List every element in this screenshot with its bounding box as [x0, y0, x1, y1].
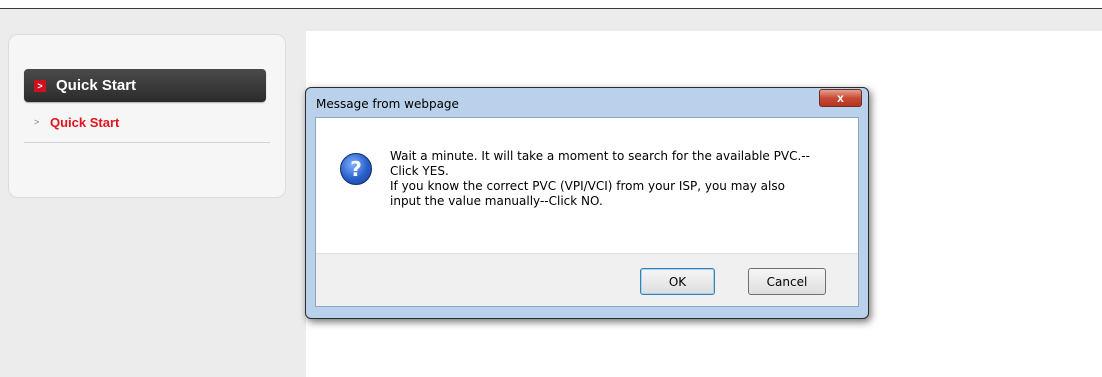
message-area: ? Wait a minute. It will take a moment t…: [316, 118, 858, 253]
dialog-body: ? Wait a minute. It will take a moment t…: [315, 117, 859, 307]
message-dialog: Message from webpage x ? Wait a minute. …: [305, 87, 869, 319]
dialog-button-bar: OK Cancel: [316, 253, 858, 306]
sidebar-item-label: Quick Start: [50, 114, 120, 130]
close-button[interactable]: x: [819, 89, 862, 107]
sidebar-divider: [24, 142, 270, 143]
dialog-title: Message from webpage: [316, 97, 459, 111]
sidebar-item-quick-start[interactable]: > Quick Start: [34, 113, 119, 131]
top-band: [0, 9, 1102, 31]
sidebar-header-label: Quick Start: [56, 77, 137, 94]
ok-button[interactable]: OK: [640, 268, 715, 295]
chevron-right-icon: >: [34, 79, 46, 92]
question-icon: ?: [340, 153, 372, 185]
chevron-right-small-icon: >: [34, 117, 40, 127]
sidebar-header[interactable]: > Quick Start: [24, 69, 266, 102]
close-icon: x: [837, 91, 844, 105]
cancel-button[interactable]: Cancel: [748, 268, 826, 295]
dialog-message: Wait a minute. It will take a moment to …: [390, 149, 810, 208]
